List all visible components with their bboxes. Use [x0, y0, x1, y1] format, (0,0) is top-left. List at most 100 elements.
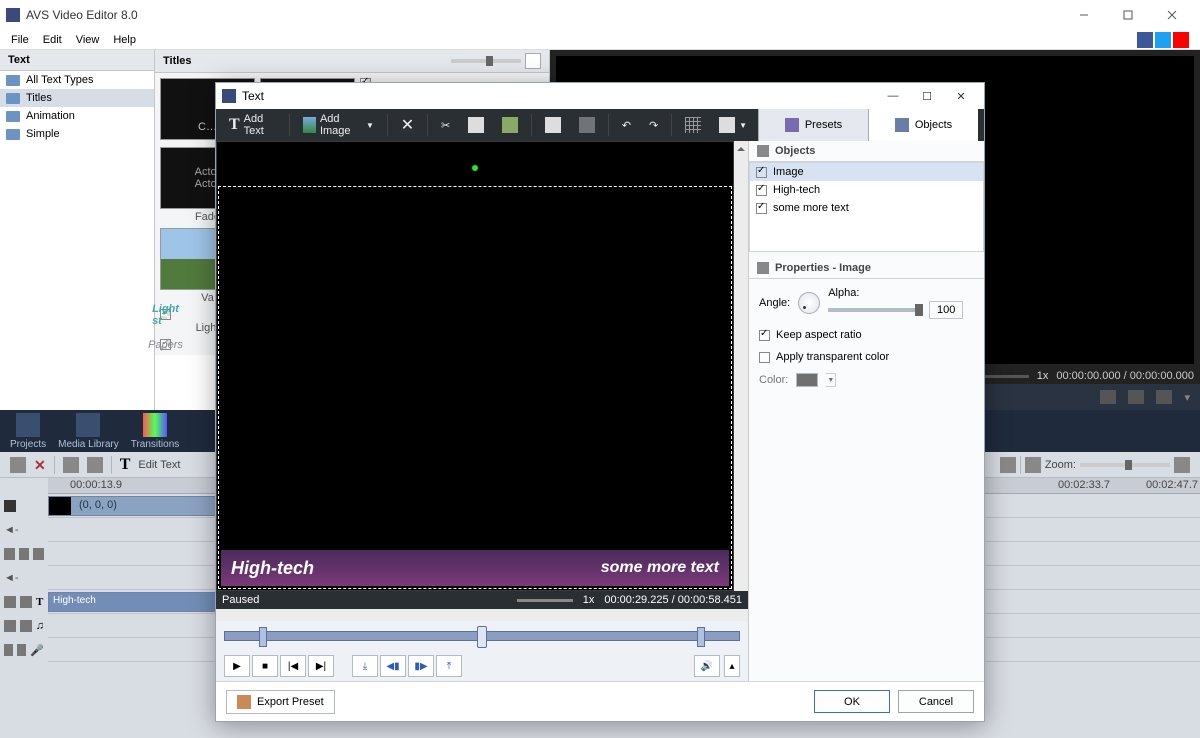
- dialog-maximize[interactable]: ☐: [910, 84, 944, 108]
- dialog-toolbar: TAdd Text Add Image▼ ✕ ✂ ↶ ↷ ▼ Presets O…: [216, 109, 984, 141]
- stop-button[interactable]: ■: [252, 655, 278, 677]
- keep-aspect-checkbox[interactable]: [759, 330, 770, 341]
- ok-button[interactable]: OK: [814, 690, 890, 713]
- playhead-handle[interactable]: [477, 626, 487, 648]
- module-media-library[interactable]: Media Library: [58, 413, 119, 450]
- in-handle[interactable]: [259, 627, 267, 647]
- transparent-color-checkbox[interactable]: [759, 352, 770, 363]
- scrub-bar[interactable]: [216, 621, 748, 651]
- object-visibility-checkbox[interactable]: [756, 167, 767, 178]
- add-text-button[interactable]: TAdd Text: [222, 110, 283, 140]
- delete-button[interactable]: ✕: [394, 112, 421, 138]
- aspect-button[interactable]: ▼: [712, 114, 754, 136]
- mark-in-button[interactable]: ⤓: [352, 655, 378, 677]
- bring-front-button[interactable]: [538, 114, 568, 136]
- step-fwd-button[interactable]: ▮▶: [408, 655, 434, 677]
- paste-button[interactable]: [495, 114, 525, 136]
- canvas-scrollbar-v[interactable]: [734, 141, 748, 591]
- mark-out-button[interactable]: ⤒: [436, 655, 462, 677]
- menu-edit[interactable]: Edit: [36, 32, 69, 48]
- color-dropdown[interactable]: ▼: [826, 373, 836, 387]
- rate-slider[interactable]: [517, 599, 573, 602]
- twitter-icon[interactable]: [1155, 32, 1171, 48]
- volume-button[interactable]: 🔊: [694, 655, 720, 677]
- thumb-view-toggle[interactable]: [525, 53, 541, 69]
- canvas-status: Paused 1x 00:00:29.225 / 00:00:58.451: [216, 591, 748, 609]
- export-preset-button[interactable]: Export Preset: [226, 690, 335, 714]
- video-track-controls[interactable]: [0, 494, 48, 518]
- add-image-button[interactable]: Add Image▼: [296, 110, 381, 140]
- text-type-all[interactable]: All Text Types: [0, 71, 154, 89]
- text-type-label: Simple: [26, 128, 60, 140]
- fullscreen-icon[interactable]: [1128, 390, 1144, 404]
- voice-track-controls[interactable]: 🎤: [0, 638, 48, 662]
- fit-icon[interactable]: [1174, 457, 1190, 473]
- undo-button[interactable]: ↶: [615, 116, 638, 135]
- alpha-value[interactable]: 100: [929, 301, 963, 319]
- send-back-button[interactable]: [572, 114, 602, 136]
- text-type-simple[interactable]: Simple: [0, 125, 154, 143]
- object-row[interactable]: some more text: [750, 199, 983, 217]
- clock-icon[interactable]: [1025, 457, 1041, 473]
- preview-rate-slider[interactable]: [979, 375, 1029, 378]
- prev-frame-button[interactable]: |◀: [280, 655, 306, 677]
- dialog-minimize[interactable]: —: [876, 84, 910, 108]
- color-swatch[interactable]: [796, 373, 818, 387]
- rotate-handle[interactable]: [472, 165, 478, 171]
- window-close[interactable]: [1150, 0, 1194, 30]
- volume-icon[interactable]: [1156, 390, 1172, 404]
- text-track-controls[interactable]: T: [0, 590, 48, 614]
- edit-text-button[interactable]: Edit Text: [138, 459, 180, 471]
- cut-button[interactable]: ✂: [434, 116, 457, 135]
- menu-view[interactable]: View: [69, 32, 107, 48]
- properties-section-head: Properties - Image: [775, 262, 871, 274]
- menu-help[interactable]: Help: [106, 32, 143, 48]
- facebook-icon[interactable]: [1137, 32, 1153, 48]
- grid-button[interactable]: [678, 114, 708, 136]
- copy-button[interactable]: [461, 114, 491, 136]
- text-type-animation[interactable]: Animation: [0, 107, 154, 125]
- redo-icon[interactable]: [87, 457, 103, 473]
- youtube-icon[interactable]: [1173, 32, 1189, 48]
- overlay-track-controls[interactable]: [0, 542, 48, 566]
- audio-track-controls[interactable]: ♫: [0, 614, 48, 638]
- text-type-titles[interactable]: Titles: [0, 89, 154, 107]
- zoom-slider[interactable]: [1080, 463, 1170, 467]
- text-canvas[interactable]: High-tech some more text: [217, 142, 733, 590]
- delete-clip-button[interactable]: ✕: [34, 457, 46, 473]
- module-projects[interactable]: Projects: [10, 413, 46, 450]
- split-icon[interactable]: [1000, 457, 1016, 473]
- title-preview[interactable]: High-tech some more text: [221, 550, 729, 586]
- snapshot-icon[interactable]: [1100, 390, 1116, 404]
- window-maximize[interactable]: [1106, 0, 1150, 30]
- out-handle[interactable]: [697, 627, 705, 647]
- tab-objects[interactable]: Objects: [868, 109, 978, 141]
- object-row[interactable]: Image: [750, 163, 983, 181]
- play-button[interactable]: ▶: [224, 655, 250, 677]
- scissor-icon[interactable]: [10, 457, 26, 473]
- thumb-size-slider[interactable]: [451, 59, 521, 63]
- canvas-scrollbar-h[interactable]: [216, 609, 748, 621]
- menu-file[interactable]: File: [4, 32, 36, 48]
- paste-icon: [502, 117, 518, 133]
- step-back-button[interactable]: ◀▮: [380, 655, 406, 677]
- object-visibility-checkbox[interactable]: [756, 185, 767, 196]
- object-row[interactable]: High-tech: [750, 181, 983, 199]
- angle-dial[interactable]: [798, 292, 820, 314]
- eye-icon: [4, 620, 16, 632]
- cancel-button[interactable]: Cancel: [898, 690, 974, 713]
- folder-icon: [6, 93, 20, 104]
- text-type-label: Animation: [26, 110, 75, 122]
- alpha-slider[interactable]: [828, 308, 923, 312]
- dialog-close[interactable]: ✕: [944, 84, 978, 108]
- volume-menu[interactable]: ▴: [724, 655, 740, 677]
- redo-button[interactable]: ↷: [642, 116, 665, 135]
- window-minimize[interactable]: [1062, 0, 1106, 30]
- next-frame-button[interactable]: ▶|: [308, 655, 334, 677]
- object-visibility-checkbox[interactable]: [756, 203, 767, 214]
- presets-icon: [785, 118, 799, 132]
- undo-icon[interactable]: [63, 457, 79, 473]
- tab-presets[interactable]: Presets: [758, 109, 868, 141]
- module-transitions[interactable]: Transitions: [131, 413, 180, 450]
- objects-section-head: Objects: [775, 145, 815, 157]
